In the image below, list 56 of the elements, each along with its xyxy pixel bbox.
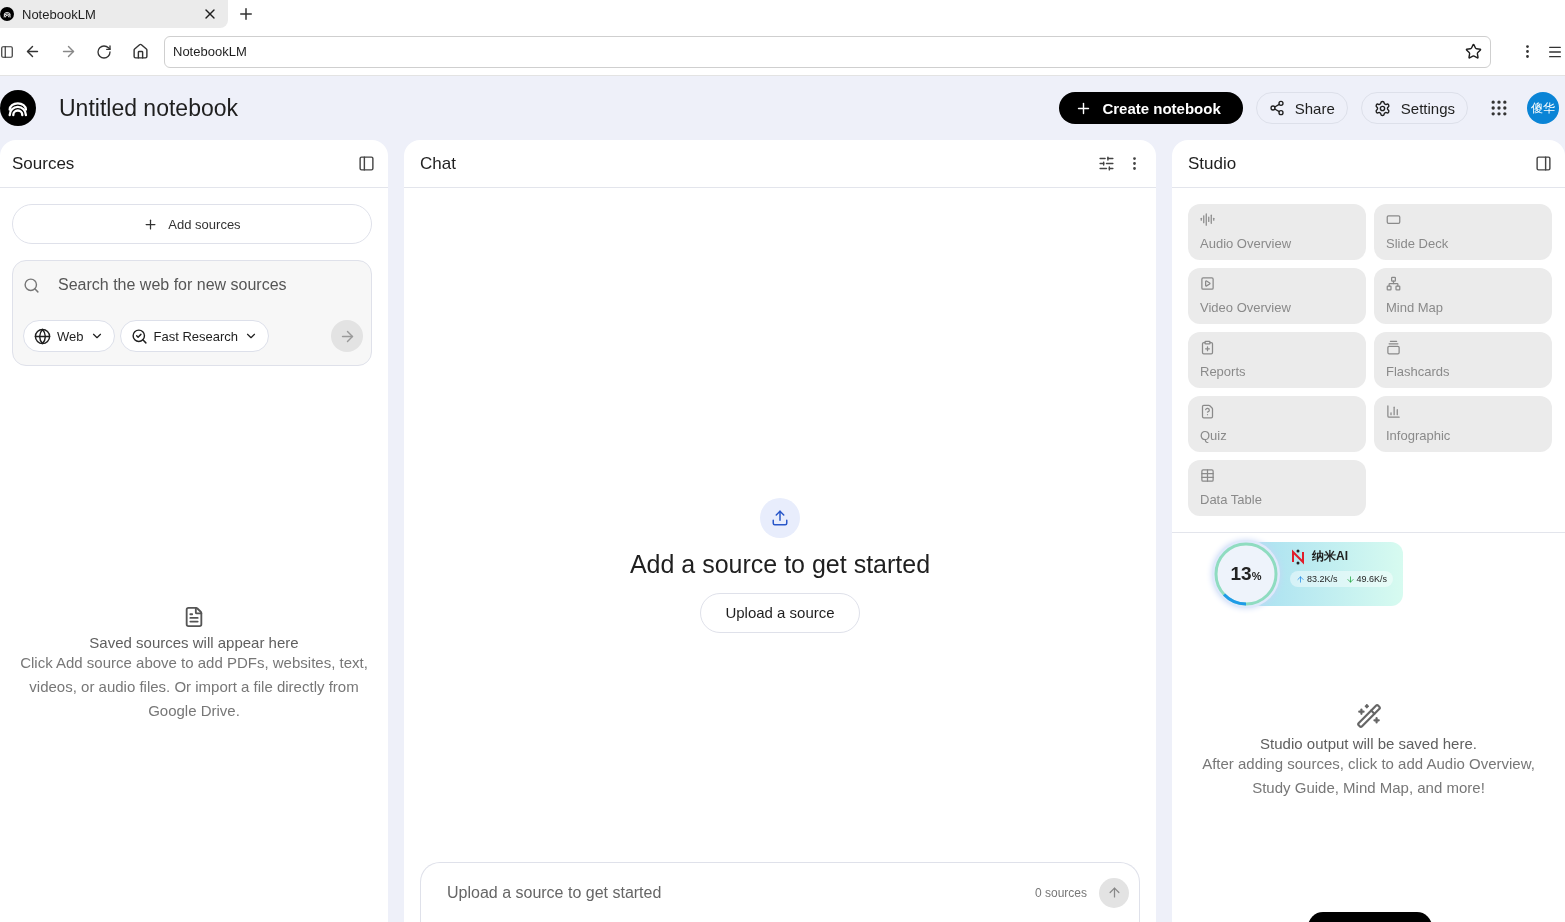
globe-icon: [34, 327, 51, 345]
magic-wand-icon: [1355, 703, 1382, 729]
plus-icon: [143, 216, 159, 232]
star-icon[interactable]: [1465, 43, 1482, 60]
empty-title: Saved sources will appear here: [89, 634, 299, 651]
search-field[interactable]: Search the web for new sources: [56, 275, 363, 295]
empty-title: Add a source to get started: [629, 549, 931, 579]
share-icon: [1268, 100, 1285, 116]
chat-input-panel[interactable]: Upload a source to get started 0 sources: [420, 862, 1140, 922]
studio-tile[interactable]: Slide Deck: [1374, 204, 1552, 260]
studio-tile[interactable]: Mind Map: [1374, 268, 1552, 324]
studio-tile[interactable]: Data Table: [1188, 460, 1366, 516]
search-icon: [23, 276, 40, 294]
browser-tab[interactable]: NotebookLM: [0, 0, 228, 28]
notebook-title[interactable]: Untitled notebook: [59, 94, 1060, 122]
tab-title: NotebookLM: [22, 6, 97, 22]
arrow-up-icon: [1296, 574, 1305, 584]
source-type-dropdown[interactable]: Fast Research: [119, 320, 270, 352]
studio-tile[interactable]: Audio Overview: [1188, 204, 1366, 260]
studio-tile[interactable]: Reports: [1188, 332, 1366, 388]
studio-tile[interactable]: Quiz: [1188, 396, 1366, 452]
address-bar[interactable]: NotebookLM: [164, 35, 1491, 68]
source-count: 0 sources: [1034, 885, 1087, 900]
upload-source-button[interactable]: Upload a source: [700, 592, 860, 633]
network-logo-icon: [1290, 548, 1306, 565]
widget-name: 纳米AI: [1312, 548, 1348, 565]
quiz-icon: [1200, 404, 1215, 419]
studio-tile[interactable]: Flashcards: [1374, 332, 1552, 388]
reports-icon: [1200, 340, 1215, 355]
avatar[interactable]: 傻华: [1527, 92, 1559, 124]
flashcards-icon: [1386, 340, 1401, 355]
document-icon: [183, 606, 205, 628]
empty-text: Click Add source above to add PDFs, websites, text, videos, or audio files. Or import a file directly from Google Drive.: [19, 653, 369, 721]
empty-title: Studio output will be saved here.: [1260, 735, 1477, 752]
audio-icon: [1200, 212, 1215, 227]
slides-icon: [1386, 212, 1401, 227]
panel-title: Sources: [12, 153, 76, 174]
source-type-dropdown[interactable]: Web: [23, 320, 115, 352]
usage-percent: 13%: [1230, 563, 1262, 585]
send-button[interactable]: [1099, 877, 1129, 908]
studio-tile[interactable]: Infographic: [1374, 396, 1552, 452]
studio-tile[interactable]: Video Overview: [1188, 268, 1366, 324]
panel-title: Studio: [1188, 153, 1238, 174]
table-icon: [1200, 468, 1215, 483]
add-sources-button[interactable]: Add sources: [12, 204, 372, 244]
empty-text: After adding sources, click to add Audio Overview, Study Guide, Mind Map, and more!: [1201, 754, 1536, 798]
upload-icon: [760, 497, 800, 538]
settings-icon: [1373, 99, 1391, 117]
mindmap-icon: [1386, 276, 1401, 291]
arrow-down-icon: [1345, 574, 1355, 584]
panel-title: Chat: [420, 153, 457, 174]
create-notebook-button[interactable]: Create notebook: [1059, 92, 1243, 124]
download-speed: 49.6K/s: [1345, 574, 1388, 584]
video-icon: [1200, 276, 1215, 291]
upload-speed: 83.2K/s: [1296, 574, 1338, 584]
infographic-icon: [1386, 404, 1401, 419]
